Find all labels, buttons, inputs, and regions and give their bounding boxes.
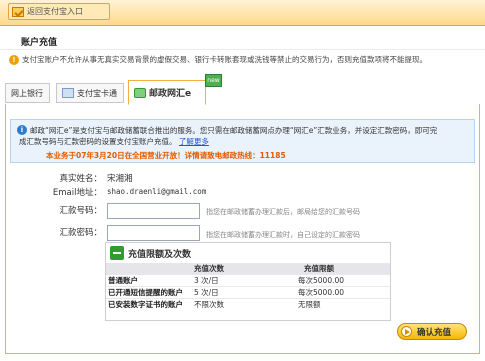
tab-alipay-card-label: 支付宝卡通 bbox=[77, 88, 117, 98]
tab-online-bank-label: 网上银行 bbox=[11, 88, 43, 98]
remit-number-label: 汇款号码： bbox=[59, 206, 102, 216]
email-label: Email地址： bbox=[52, 188, 102, 198]
table-cell: 已安装数字证书的账户 bbox=[106, 298, 186, 311]
tab-alipay-card[interactable]: 支付宝卡通 bbox=[56, 83, 124, 103]
learn-more-link[interactable]: 了解更多 bbox=[179, 137, 209, 146]
notice-line-1: 邮政“网汇e”是支付宝与邮政储蓄联合推出的服务。您只需在邮政储蓄网点办理“网汇e… bbox=[30, 126, 438, 135]
postal-logo-icon bbox=[110, 246, 124, 260]
top-bar: 返回支付宝入口 bbox=[0, 0, 485, 26]
limits-table: 充值次数 充值限额 普通账户 3 次/日 每次5000.00 已开通短信提醒的账… bbox=[106, 263, 390, 311]
hotline-highlight: 本业务于07年3月20日在全国营业开放！详情请致电邮政热线：11185 bbox=[46, 151, 286, 160]
table-row: 普通账户 3 次/日 每次5000.00 bbox=[106, 274, 390, 287]
remit-number-input[interactable] bbox=[107, 203, 200, 219]
tab-online-bank[interactable]: 网上银行 bbox=[5, 83, 50, 103]
table-cell: 已开通短信提醒的账户 bbox=[106, 286, 186, 299]
remit-password-input[interactable] bbox=[107, 225, 200, 241]
limits-title: 充值限额及次数 bbox=[128, 249, 192, 260]
payment-tabs: 网上银行 支付宝卡通 邮政网汇e new bbox=[5, 74, 485, 105]
limits-col-header: 充值次数 bbox=[186, 263, 296, 275]
new-badge: new bbox=[205, 74, 222, 87]
email-value: shao.draenli@gmail.com bbox=[107, 187, 207, 196]
limits-col-header: 充值限额 bbox=[296, 263, 390, 275]
notice-line-2-text: 成汇款号码与汇款密码的设置支付宝账户充值。 bbox=[19, 137, 177, 146]
postal-icon bbox=[134, 87, 146, 98]
info-icon: i bbox=[17, 125, 27, 135]
page-title: 账户充值 bbox=[21, 38, 58, 48]
limits-header-row: 充值次数 充值限额 bbox=[106, 263, 390, 275]
remit-password-hint: 指您在邮政储蓄办理汇款时，自己设定的汇款密码 bbox=[206, 231, 360, 239]
divider bbox=[0, 49, 485, 50]
return-alipay-link[interactable]: 返回支付宝入口 bbox=[8, 3, 110, 20]
realname-label: 真实姓名： bbox=[59, 174, 102, 184]
table-row: 已安装数字证书的账户 不限次数 无限额 bbox=[106, 298, 390, 311]
confirm-recharge-button[interactable]: 确认充值 bbox=[397, 323, 467, 340]
arrow-right-icon bbox=[401, 326, 412, 337]
realname-value: 宋湘湘 bbox=[107, 174, 133, 184]
table-cell: 3 次/日 bbox=[186, 274, 296, 287]
check-icon bbox=[12, 6, 24, 17]
warning-message: ! 支付宝账户不允许从事无真实交易背景的虚假交易、银行卡转账套现或洗钱等禁止的交… bbox=[9, 53, 479, 66]
table-cell: 不限次数 bbox=[186, 298, 296, 311]
remit-number-hint: 指您在邮政储蓄办理汇款后，邮局给您的汇款号码 bbox=[206, 208, 360, 216]
table-cell: 无限额 bbox=[296, 298, 390, 311]
confirm-recharge-label: 确认充值 bbox=[417, 327, 452, 338]
warning-text: 支付宝账户不允许从事无真实交易背景的虚假交易、银行卡转账套现或洗钱等禁止的交易行… bbox=[22, 55, 427, 64]
card-icon bbox=[62, 88, 74, 98]
limits-header: 充值限额及次数 bbox=[106, 243, 390, 263]
table-cell: 普通账户 bbox=[106, 274, 186, 287]
limits-col-header bbox=[106, 263, 186, 275]
limits-box: 充值限额及次数 充值次数 充值限额 普通账户 3 次/日 每次5000.00 已… bbox=[105, 242, 391, 321]
remit-password-label: 汇款密码： bbox=[59, 228, 102, 238]
table-row: 已开通短信提醒的账户 5 次/日 每次5000.00 bbox=[106, 286, 390, 299]
table-cell: 每次5000.00 bbox=[296, 286, 390, 299]
table-cell: 每次5000.00 bbox=[296, 274, 390, 287]
tab-postal-remit-label: 邮政网汇e bbox=[149, 89, 192, 99]
warning-icon: ! bbox=[9, 54, 19, 65]
info-notice: i 邮政“网汇e”是支付宝与邮政储蓄联合推出的服务。您只需在邮政储蓄网点办理“网… bbox=[10, 119, 475, 163]
notice-line-2: 成汇款号码与汇款密码的设置支付宝账户充值。 了解更多 bbox=[19, 136, 209, 147]
return-alipay-label: 返回支付宝入口 bbox=[27, 7, 83, 16]
table-cell: 5 次/日 bbox=[186, 286, 296, 299]
tab-postal-remit[interactable]: 邮政网汇e bbox=[128, 80, 206, 105]
